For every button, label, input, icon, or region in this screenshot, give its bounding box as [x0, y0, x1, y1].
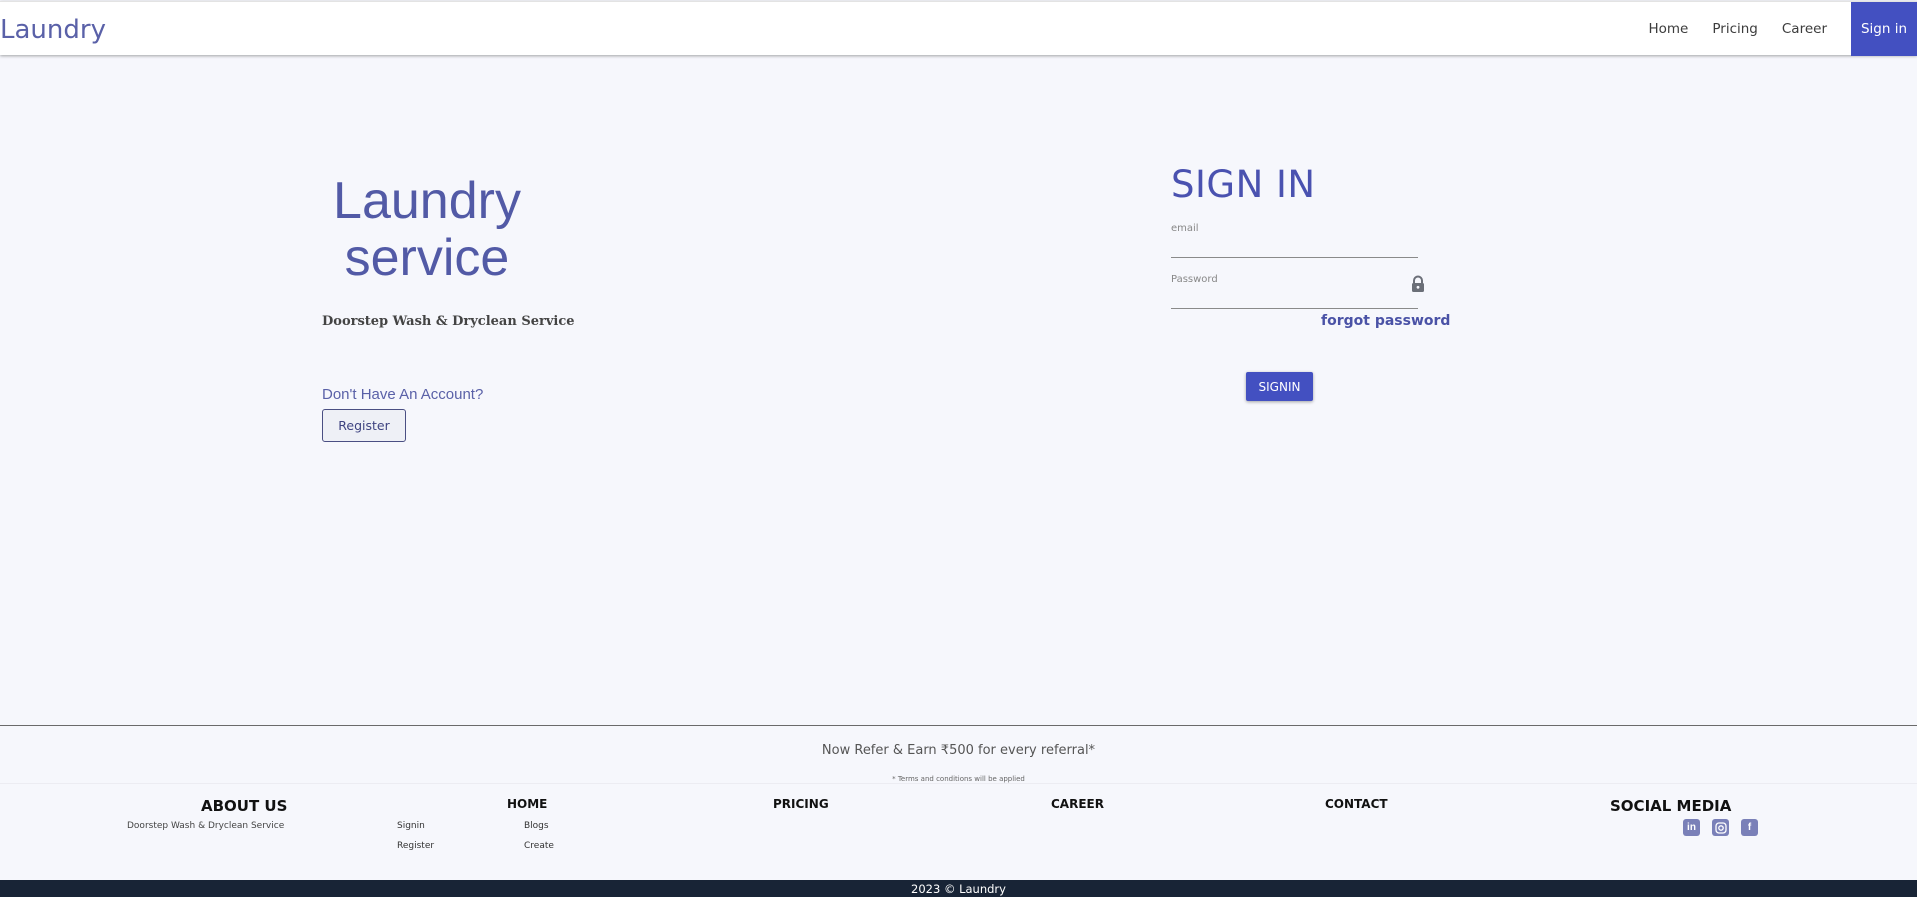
- lock-icon[interactable]: [1410, 275, 1426, 293]
- referral-banner: Now Refer & Earn ₹500 for every referral…: [0, 725, 1917, 783]
- footer-pricing-heading[interactable]: PRICING: [773, 797, 829, 811]
- signin-submit-button[interactable]: SIGNIN: [1246, 372, 1313, 401]
- nav-home-link[interactable]: Home: [1648, 21, 1688, 37]
- footer-create-link[interactable]: Create: [524, 841, 554, 851]
- forgot-password-link[interactable]: forgot password: [1321, 313, 1450, 329]
- footer-signin-link[interactable]: Signin: [397, 821, 425, 831]
- linkedin-icon[interactable]: in: [1683, 819, 1700, 836]
- email-label: email: [1171, 223, 1199, 234]
- footer: ABOUT US Doorstep Wash & Dryclean Servic…: [0, 783, 1917, 880]
- facebook-icon[interactable]: f: [1741, 819, 1758, 836]
- footer-register-link[interactable]: Register: [397, 841, 434, 851]
- no-account-text: Don't Have An Account?: [322, 386, 484, 403]
- footer-contact-heading[interactable]: CONTACT: [1325, 797, 1388, 811]
- footer-social-heading: SOCIAL MEDIA: [1610, 797, 1732, 815]
- nav-pricing-link[interactable]: Pricing: [1712, 21, 1758, 37]
- password-input[interactable]: [1171, 288, 1418, 306]
- nav-signin-button[interactable]: Sign in: [1851, 2, 1917, 56]
- email-field[interactable]: email: [1171, 221, 1418, 258]
- footer-career-heading[interactable]: CAREER: [1051, 797, 1104, 811]
- instagram-icon[interactable]: [1712, 819, 1729, 836]
- password-field[interactable]: Password: [1171, 272, 1424, 309]
- terms-text: * Terms and conditions will be applied: [892, 775, 1025, 783]
- nav-career-link[interactable]: Career: [1782, 21, 1827, 37]
- social-icons: in f: [1683, 819, 1758, 836]
- password-label: Password: [1171, 274, 1218, 285]
- hero-title-line1: Laundry: [333, 172, 521, 230]
- nav-links: Home Pricing Career Sign in: [1648, 2, 1917, 56]
- signin-title: SIGN IN: [1171, 163, 1316, 206]
- footer-blogs-link[interactable]: Blogs: [524, 821, 549, 831]
- footer-home-heading[interactable]: HOME: [507, 797, 547, 811]
- referral-text: Now Refer & Earn ₹500 for every referral…: [821, 743, 1096, 758]
- hero-title: Laundry service: [300, 173, 554, 287]
- footer-about-text: Doorstep Wash & Dryclean Service: [127, 821, 285, 831]
- hero-subtitle: Doorstep Wash & Dryclean Service: [322, 314, 575, 329]
- brand-logo[interactable]: Laundry: [0, 15, 106, 45]
- hero-title-line2: service: [344, 229, 510, 287]
- register-button[interactable]: Register: [322, 409, 406, 442]
- top-navbar: Laundry Home Pricing Career Sign in: [0, 1, 1917, 56]
- email-input[interactable]: [1171, 237, 1418, 255]
- copyright-bar: 2023 © Laundry: [0, 880, 1917, 897]
- footer-about-heading: ABOUT US: [201, 797, 288, 815]
